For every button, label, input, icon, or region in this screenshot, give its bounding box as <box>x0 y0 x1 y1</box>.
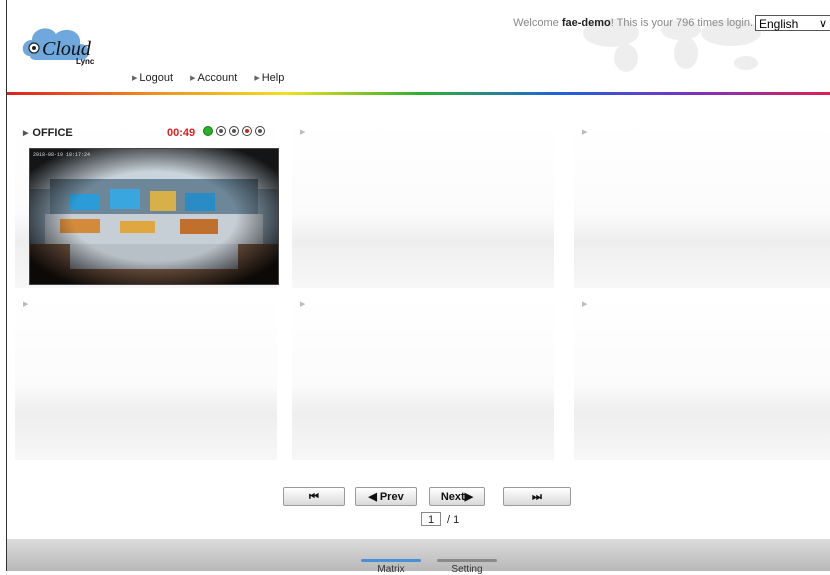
arrow-right-icon: ▶ <box>582 129 588 136</box>
refresh-icon[interactable] <box>255 126 265 136</box>
account-link[interactable]: ▶ Account <box>190 72 237 84</box>
logout-link[interactable]: ▶ Logout <box>132 72 173 84</box>
tab-setting-label: Setting <box>451 564 483 575</box>
camera-cell-empty[interactable]: ▶ <box>15 294 277 460</box>
account-label: Account <box>197 72 238 84</box>
arrow-right-icon: ▶ <box>23 130 29 137</box>
top-nav: ▶ Logout ▶ Account ▶ Help <box>132 72 298 84</box>
camera-cell-office[interactable]: ▶ OFFICE 00:49 2018-08-19 18:17:24 <box>15 122 279 288</box>
tab-setting[interactable]: Setting <box>437 559 497 575</box>
first-page-button[interactable]: ⏮ <box>283 487 345 506</box>
chevron-down-icon: ∨ <box>818 18 827 30</box>
language-value: English <box>759 17 799 31</box>
camera-matrix: ▶ OFFICE 00:49 2018-08-19 18:17:24 ▶ ▶ ▶… <box>15 122 830 462</box>
arrow-right-icon: ▶ <box>254 75 260 82</box>
arrow-right-icon: ▶ <box>132 75 138 82</box>
camera-title: ▶ OFFICE <box>23 127 73 139</box>
camera-cell-empty[interactable]: ▶ <box>292 294 554 460</box>
camera-cell-empty[interactable]: ▶ <box>292 122 554 288</box>
office-scene-image <box>30 149 278 284</box>
camera-cell-empty[interactable]: ▶ <box>574 294 830 460</box>
snapshot-icon[interactable] <box>216 126 226 136</box>
audio-mute-icon[interactable] <box>242 126 252 136</box>
page-indicator: 1 / 1 <box>421 512 459 526</box>
camera-controls <box>203 126 265 136</box>
username: fae-demo <box>561 17 611 29</box>
ptz-control-icon[interactable] <box>229 126 239 136</box>
tab-indicator <box>437 559 497 562</box>
welcome-suffix: ! This is your 796 times login. <box>610 17 753 29</box>
cloud-lync-logo: Cloud Lync <box>22 28 95 66</box>
camera-name: OFFICE <box>32 127 73 139</box>
tab-matrix[interactable]: Matrix <box>361 559 421 575</box>
app-frame: Cloud Lync Welcome fae-demo! This is you… <box>6 0 830 575</box>
arrow-right-icon: ▶ <box>300 301 306 308</box>
last-page-button[interactable]: ⏭ <box>503 487 571 506</box>
pagination: ⏮ ◀ Prev Next▶ ⏭ <box>283 487 583 509</box>
rainbow-divider <box>7 92 830 95</box>
header: Cloud Lync Welcome fae-demo! This is you… <box>7 0 830 92</box>
welcome-prefix: Welcome <box>513 17 559 29</box>
arrow-right-icon: ▶ <box>23 301 29 308</box>
prev-page-button[interactable]: ◀ Prev <box>355 487 417 506</box>
footer-bar: Matrix Setting <box>7 539 830 575</box>
help-link[interactable]: ▶ Help <box>254 72 284 84</box>
help-label: Help <box>261 72 285 84</box>
language-select[interactable]: English ∨ <box>755 15 830 31</box>
next-page-button[interactable]: Next▶ <box>429 487 485 506</box>
arrow-right-icon: ▶ <box>582 301 588 308</box>
logout-label: Logout <box>139 72 174 84</box>
page-number-input[interactable]: 1 <box>421 512 441 526</box>
active-tab-indicator <box>361 559 421 562</box>
record-time: 00:49 <box>167 127 196 139</box>
tab-matrix-label: Matrix <box>377 564 405 575</box>
arrow-right-icon: ▶ <box>300 129 306 136</box>
camera-cell-empty[interactable]: ▶ <box>574 122 830 288</box>
welcome-message: Welcome fae-demo! This is your 796 times… <box>513 17 753 29</box>
video-timestamp: 2018-08-19 18:17:24 <box>33 152 91 158</box>
status-online-icon <box>203 126 213 136</box>
arrow-right-icon: ▶ <box>190 75 196 82</box>
svg-text:Lync: Lync <box>76 57 95 66</box>
page-total: / 1 <box>447 514 460 526</box>
camera-video-feed[interactable]: 2018-08-19 18:17:24 <box>29 148 279 285</box>
